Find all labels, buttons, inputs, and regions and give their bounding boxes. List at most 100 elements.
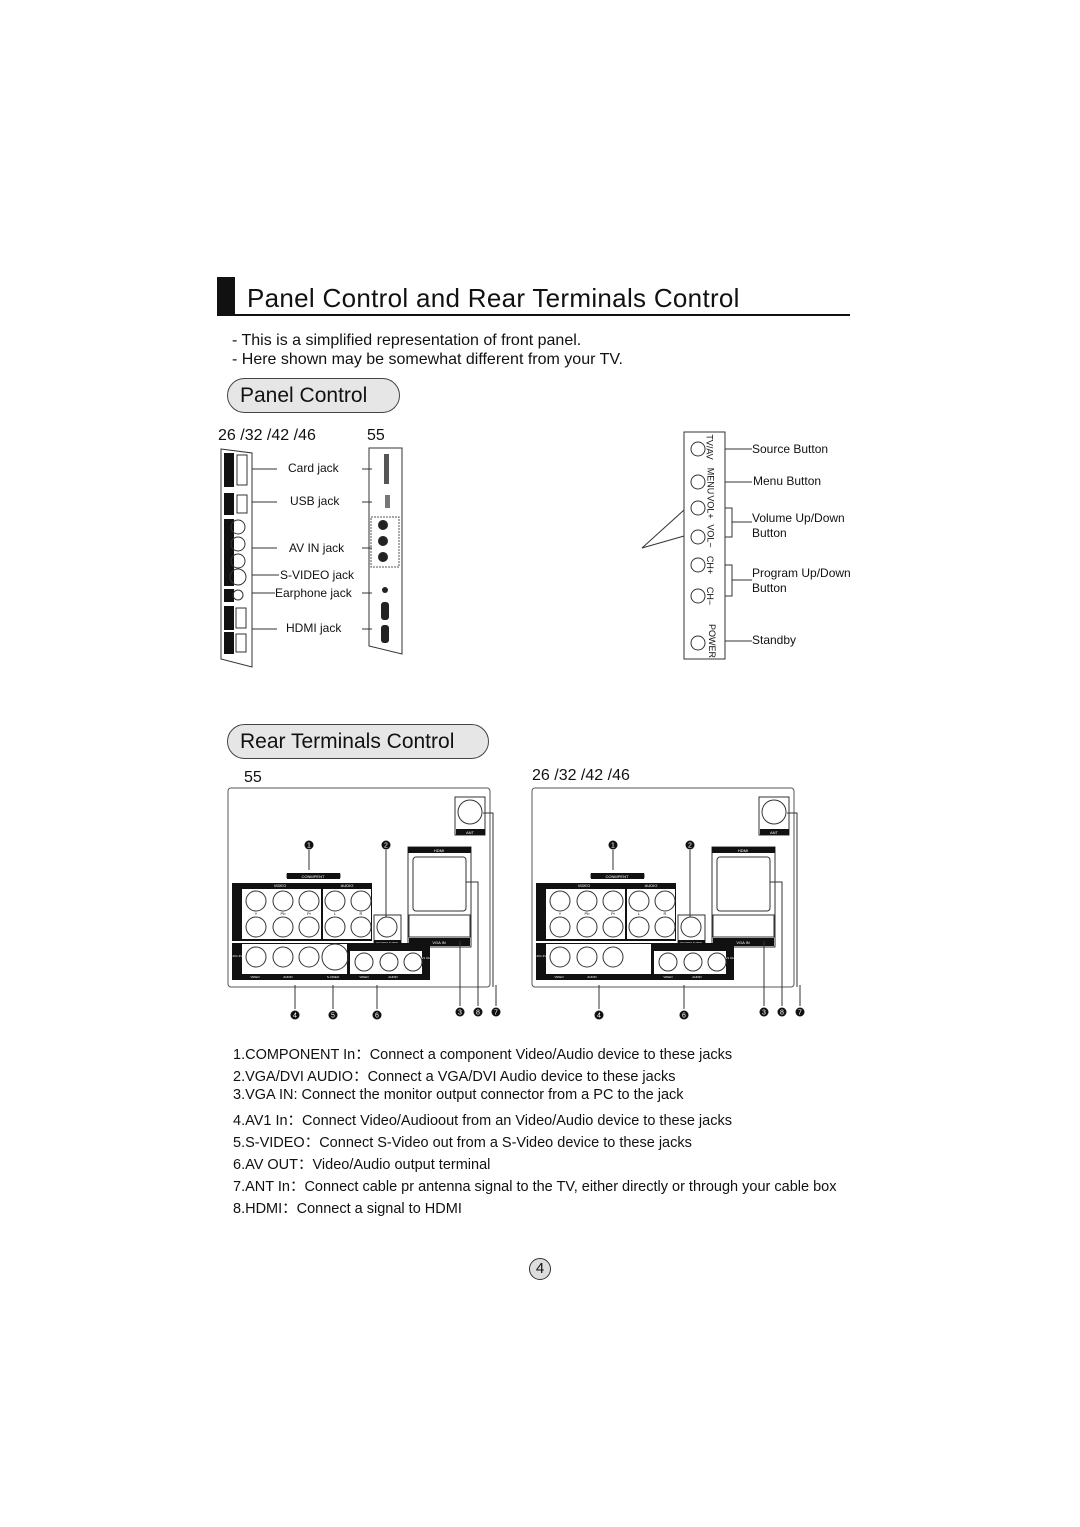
tv-av-label: TV/AV: [704, 434, 715, 460]
vol-up-label: VOL+: [705, 495, 716, 519]
av1-audio-label: AUDIO: [283, 975, 293, 979]
menu-label: MENU: [705, 467, 716, 495]
video-label: VIDEO: [578, 883, 590, 888]
marker-4-label: 4: [597, 1013, 601, 1020]
ant-jack: [457, 799, 483, 825]
ant-label: ANT: [770, 830, 779, 835]
vga-port: [408, 914, 471, 938]
av1-out-video-label: VIDEO: [359, 975, 369, 979]
card-jack-label: Card jack: [288, 461, 339, 475]
note-2: - Here shown may be somewhat different f…: [232, 351, 623, 368]
source-button-callout: Source Button: [752, 442, 829, 456]
marker-8-label: 8: [780, 1010, 784, 1017]
description-component: 1.COMPONENT In：Connect a component Video…: [233, 1047, 733, 1063]
power-label: POWER: [707, 623, 718, 659]
marker-4-label: 4: [293, 1013, 297, 1020]
ant-jack: [761, 799, 787, 825]
video-label: VIDEO: [274, 883, 286, 888]
av1-video-label: VIDEO: [554, 975, 564, 979]
av1-audio-label: AUDIO: [587, 975, 597, 979]
marker-2-label: 2: [384, 843, 388, 850]
component-jack-label: Y: [559, 911, 562, 916]
page-title: Panel Control and Rear Terminals Control: [247, 283, 740, 313]
ant-label: ANT: [466, 830, 475, 835]
hdmi-port: [716, 856, 771, 912]
hdmi-port: [412, 856, 467, 912]
ant-leader: [787, 812, 798, 987]
vga-dvi-audio-jack: [680, 916, 702, 938]
svideo-label: S-VIDEO: [327, 975, 340, 979]
component-label: CONMPENT: [302, 874, 325, 879]
description-ant-in: 7.ANT In：Connect cable pr antenna signal…: [233, 1179, 837, 1195]
vga-port: [712, 914, 775, 938]
title-marker: [217, 277, 235, 315]
hdmi-vga-box: [711, 846, 776, 948]
program-callout-2: Button: [752, 581, 787, 595]
volume-callout-2: Button: [752, 526, 787, 540]
audio-area: [627, 889, 675, 939]
component-jack-label: Pr: [307, 911, 312, 916]
av1-out-audio-label: AUDIO: [692, 975, 702, 979]
av1-in-label: AV1 IN: [232, 954, 241, 958]
panel-control-heading: Panel Control: [227, 378, 400, 413]
note-1: - This is a simplified representation of…: [232, 332, 582, 349]
vga-in-label: VGA IN: [432, 940, 445, 945]
title-divider: [217, 314, 850, 316]
vga-dvi-audio-jack: [376, 916, 398, 938]
hdmi-label: HDMI: [738, 848, 748, 853]
av1-out-video-label: VIDEO: [663, 975, 673, 979]
marker-1-label: 1: [307, 843, 311, 850]
component-jack-label: Pb: [585, 911, 591, 916]
component-jack-label: Pb: [281, 911, 287, 916]
audio-area: [323, 889, 371, 939]
hdmi-leader: [466, 881, 479, 987]
hdmi-jack-label: HDMI jack: [286, 621, 342, 635]
model-small-label: 26 /32 /42 /46: [218, 427, 316, 444]
component-jack-label: R: [360, 911, 363, 916]
button-label-column: TV/AV MENU VOL+ VOL− CH+ CH− POWER: [705, 432, 725, 662]
component-jack-label: Pr: [611, 911, 616, 916]
ch-up-label: CH+: [705, 555, 716, 575]
audio-label: AUDIO: [645, 883, 658, 888]
av1-in-label: AV1 IN: [536, 954, 545, 958]
program-callout-1: Program Up/Down: [752, 566, 851, 580]
av1-out-audio-label: AUDIO: [388, 975, 398, 979]
ch-down-label: CH−: [705, 586, 716, 606]
volume-callout-1: Volume Up/Down: [752, 511, 845, 525]
marker-2-label: 2: [688, 843, 692, 850]
marker-3-label: 3: [458, 1010, 462, 1017]
marker-7-label: 7: [494, 1010, 498, 1017]
rear-model-right: 26 /32 /42 /46: [532, 767, 630, 784]
usb-jack-label: USB jack: [290, 494, 340, 508]
s-video-jack-label: S-VIDEO jack: [280, 568, 355, 582]
side-panel-diagram: [220, 447, 403, 668]
hdmi-leader: [770, 881, 783, 987]
description-av1-in: 4.AV1 In：Connect Video/Audioout from an …: [233, 1113, 732, 1129]
marker-5-label: 5: [331, 1013, 335, 1020]
vol-down-label: VOL−: [705, 524, 716, 548]
marker-1-label: 1: [611, 843, 615, 850]
av-in-jack-label: AV IN jack: [289, 541, 345, 555]
menu-button-callout: Menu Button: [753, 474, 822, 488]
description-av-out: 6.AV OUT：Video/Audio output terminal: [233, 1157, 491, 1173]
component-label: CONMPENT: [606, 874, 629, 879]
standby-callout: Standby: [752, 633, 797, 647]
av1-video-label: VIDEO: [250, 975, 260, 979]
page-number: 4: [529, 1258, 551, 1280]
description-s-video: 5.S-VIDEO：Connect S-Video out from a S-V…: [233, 1135, 692, 1151]
av1-in-area: [546, 944, 651, 974]
component-jack-label: Y: [255, 911, 258, 916]
vga-in-label: VGA IN: [736, 940, 749, 945]
hdmi-label: HDMI: [434, 848, 444, 853]
marker-3-label: 3: [762, 1010, 766, 1017]
component-jack-label: R: [664, 911, 667, 916]
rear-panel-55: ANTHDMIVGA INCONMPENTVIDEOAUDIOYPbPrLRVG…: [227, 787, 501, 1020]
button-panel-diagram: [641, 431, 752, 660]
ant-leader: [483, 812, 494, 987]
audio-label: AUDIO: [341, 883, 354, 888]
marker-8-label: 8: [476, 1010, 480, 1017]
marker-6-label: 6: [375, 1013, 379, 1020]
earphone-jack-label: Earphone jack: [275, 586, 352, 600]
marker-7-label: 7: [798, 1010, 802, 1017]
description-vga-in: 3.VGA IN: Connect the monitor output con…: [233, 1087, 684, 1103]
